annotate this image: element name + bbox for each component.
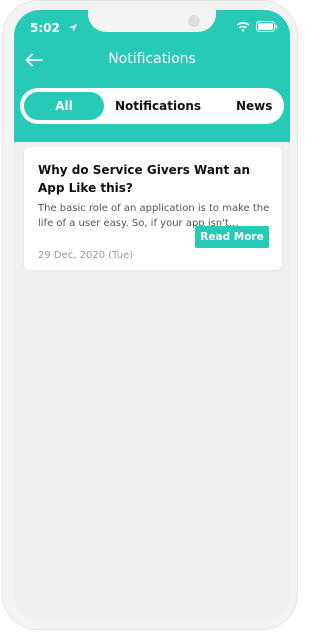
notch <box>88 10 216 32</box>
tab-all[interactable]: All <box>24 92 104 120</box>
tab-news[interactable]: News <box>216 92 286 120</box>
camera-dot <box>188 15 200 27</box>
card-title: Why do Service Givers Want an App Like t… <box>38 163 251 195</box>
status-time: 5:02 <box>30 21 60 35</box>
status-icons <box>236 21 278 32</box>
screen: 5:02 Notifications All Notifications New… <box>14 10 290 620</box>
card-date: 29 Dec, 2020 (Tue) <box>38 250 134 261</box>
notification-card[interactable]: Why do Service Givers Want an App Like t… <box>24 147 282 270</box>
read-more-button[interactable]: Read More <box>195 226 269 248</box>
tab-bar: All Notifications News <box>20 88 284 124</box>
tab-notifications[interactable]: Notifications <box>108 92 208 120</box>
page-title: Notifications <box>108 51 196 67</box>
phone-frame: 5:02 Notifications All Notifications New… <box>2 0 298 630</box>
battery-icon <box>256 21 278 32</box>
header: 5:02 Notifications All Notifications New… <box>14 10 290 142</box>
wifi-icon <box>236 21 250 32</box>
location-arrow-icon <box>69 24 77 32</box>
